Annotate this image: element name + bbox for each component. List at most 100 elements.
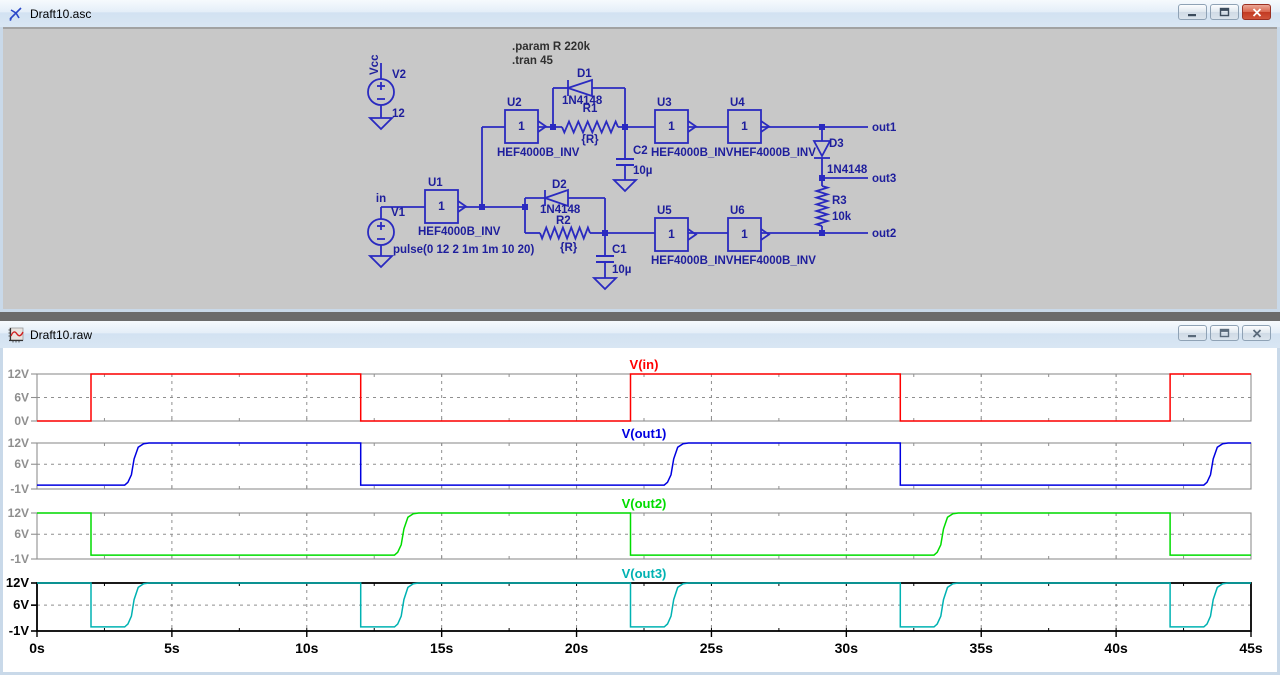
schematic-label: D3 xyxy=(829,138,844,150)
svg-text:1: 1 xyxy=(741,119,748,133)
schematic-label: out1 xyxy=(872,122,897,134)
trace-title: V(out3) xyxy=(622,566,667,581)
schematic-label: 1N4148 xyxy=(827,164,868,176)
wire-junction xyxy=(479,204,485,210)
schematic-drawing: 1 1 1 1 1 1 Vcc V2 12 U2 HEF4000B_INV D1 1N4148 R1 {R}… xyxy=(0,27,1280,312)
schematic-label: D2 xyxy=(552,179,567,191)
wire-junction xyxy=(550,124,556,130)
x-axis-label: 0s xyxy=(29,640,45,656)
schematic-label: HEF4000B_INVHEF4000B_INV xyxy=(651,255,816,267)
schematic-label: U6 xyxy=(730,205,745,217)
restore-button[interactable] xyxy=(1210,4,1239,20)
x-axis-label: 45s xyxy=(1239,640,1263,656)
y-axis-label: 6V xyxy=(14,391,29,405)
trace-title: V(out2) xyxy=(622,496,667,511)
y-axis-label: 6V xyxy=(14,527,29,541)
schematic-label: HEF4000B_INVHEF4000B_INV xyxy=(651,147,816,159)
restore-icon xyxy=(1219,328,1230,338)
schematic-label: U1 xyxy=(428,177,443,189)
schematic-label: in xyxy=(376,193,386,205)
schematic-label: C1 xyxy=(612,244,627,256)
wire-junction xyxy=(819,124,825,130)
schematic-label: 12 xyxy=(392,108,405,120)
wire-junction xyxy=(819,230,825,236)
waveform-plot-area[interactable]: 12V 6V 0V V(in) 12V 6V -1V V(out1) 12V 6V -1V V(out… xyxy=(0,348,1280,675)
schematic-label: HEF4000B_INV xyxy=(418,226,501,238)
schematic-label: C2 xyxy=(633,145,648,157)
close-button[interactable] xyxy=(1242,4,1271,20)
spice-directive: .param R 220k xyxy=(512,41,591,53)
schematic-label: U4 xyxy=(730,97,745,109)
ltspice-schematic-icon xyxy=(9,6,22,21)
x-axis-label: 40s xyxy=(1104,640,1128,656)
wire-junction xyxy=(522,204,528,210)
schematic-label: 10µ xyxy=(633,165,652,177)
y-axis-label: -1V xyxy=(10,482,29,496)
schematic-label: out3 xyxy=(872,173,896,185)
schematic-label: R3 xyxy=(832,195,847,207)
schematic-window: Draft10.asc 1 1 1 1 1 1 Vcc V2 12 U2 HEF4000B_INV D… xyxy=(0,0,1280,312)
schematic-label: 10µ xyxy=(612,264,631,276)
waveform-window: Draft10.raw 12V 6V 0V V(in) 12V 6V -1V V(out1) 1… xyxy=(0,321,1280,675)
minimize-button[interactable] xyxy=(1178,4,1207,20)
schematic-label: out2 xyxy=(872,228,896,240)
trace-title: V(out1) xyxy=(622,426,667,441)
schematic-titlebar[interactable]: Draft10.asc xyxy=(0,0,1280,28)
svg-text:1: 1 xyxy=(668,227,675,241)
wire-junction xyxy=(819,175,825,181)
y-axis-label: 12V xyxy=(8,436,29,450)
y-axis-label: 0V xyxy=(14,414,29,428)
restore-icon xyxy=(1219,7,1230,17)
y-axis-label: 6V xyxy=(13,597,29,612)
schematic-label: {R} xyxy=(560,242,578,254)
svg-text:1: 1 xyxy=(668,119,675,133)
schematic-label: U2 xyxy=(507,97,522,109)
spice-directive: .tran 45 xyxy=(512,55,554,67)
x-axis-label: 35s xyxy=(970,640,994,656)
close-icon xyxy=(1252,7,1261,17)
schematic-label: {R} xyxy=(581,134,599,146)
minimize-button[interactable] xyxy=(1178,325,1207,341)
schematic-label: U5 xyxy=(657,205,672,217)
schematic-label: Vcc xyxy=(369,54,381,75)
trace-title: V(in) xyxy=(630,357,659,372)
x-axis-label: 25s xyxy=(700,640,724,656)
y-axis-label: 12V xyxy=(8,506,29,520)
ltspice-waveform-icon xyxy=(8,327,24,342)
close-icon xyxy=(1252,328,1261,338)
schematic-label: V1 xyxy=(391,207,406,219)
schematic-label: U3 xyxy=(657,97,672,109)
waveform-window-title: Draft10.raw xyxy=(30,327,93,342)
y-axis-label: 12V xyxy=(6,575,29,590)
y-axis-label: -1V xyxy=(9,623,30,638)
minimize-icon xyxy=(1188,334,1196,337)
y-axis-label: 12V xyxy=(8,367,29,381)
waveform-titlebar[interactable]: Draft10.raw xyxy=(0,321,1280,349)
svg-text:1: 1 xyxy=(741,227,748,241)
schematic-canvas[interactable]: 1 1 1 1 1 1 Vcc V2 12 U2 HEF4000B_INV D1 1N4148 R1 {R}… xyxy=(0,27,1280,312)
svg-text:1: 1 xyxy=(438,199,445,213)
minimize-icon xyxy=(1188,13,1196,16)
schematic-label: D1 xyxy=(577,68,592,80)
svg-text:1: 1 xyxy=(518,119,525,133)
restore-button[interactable] xyxy=(1210,325,1239,341)
y-axis-label: -1V xyxy=(10,552,29,566)
x-axis-label: 5s xyxy=(164,640,180,656)
y-axis-label: 6V xyxy=(14,457,29,471)
schematic-label: pulse(0 12 2 1m 1m 10 20) xyxy=(393,244,534,256)
schematic-label: HEF4000B_INV xyxy=(497,147,580,159)
schematic-label: 10k xyxy=(832,211,852,223)
x-axis-label: 15s xyxy=(430,640,454,656)
x-axis-label: 30s xyxy=(835,640,859,656)
close-button[interactable] xyxy=(1242,325,1271,341)
x-axis-label: 10s xyxy=(295,640,319,656)
schematic-label: R1 xyxy=(583,103,598,115)
wire-junction xyxy=(602,230,608,236)
schematic-label: R2 xyxy=(556,215,571,227)
x-axis-label: 20s xyxy=(565,640,589,656)
waveform-plot: 12V 6V 0V V(in) 12V 6V -1V V(out1) 12V 6V -1V V(out… xyxy=(0,348,1280,675)
wire-junction xyxy=(622,124,628,130)
schematic-window-title: Draft10.asc xyxy=(30,6,92,21)
schematic-label: V2 xyxy=(392,69,406,81)
desktop: { "app": { "windows": { "schematic": { "… xyxy=(0,0,1280,675)
